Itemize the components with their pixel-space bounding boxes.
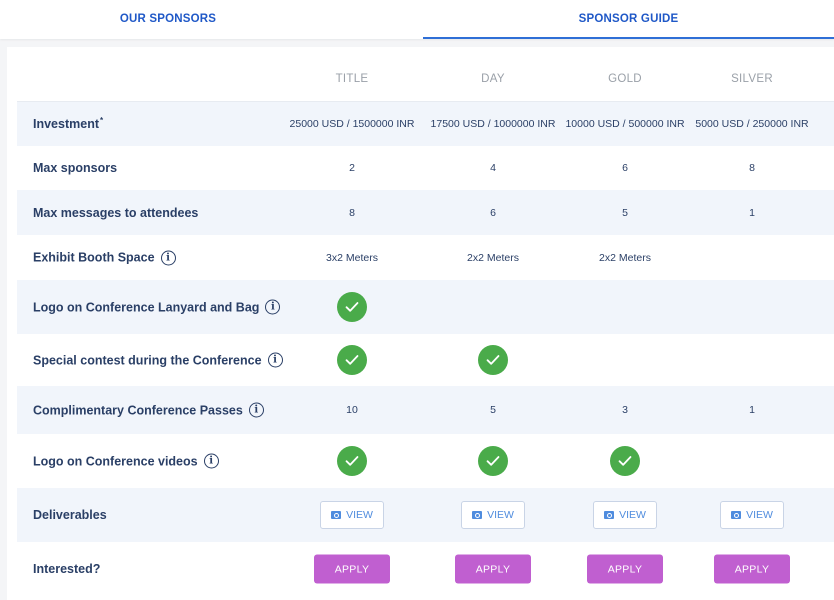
tab-our-sponsors[interactable]: OUR SPONSORS: [0, 0, 336, 39]
row-label: Exhibit Booth Space i: [33, 250, 176, 265]
row-label-text: Special contest during the Conference: [33, 353, 262, 367]
cell-day: 6: [490, 206, 496, 219]
row-label: Special contest during the Conference i: [33, 352, 283, 368]
table-row-passes: Complimentary Conference Passes i 10 5 3…: [17, 386, 834, 434]
apply-button-title[interactable]: APPLY: [314, 554, 390, 584]
cell-gold: 6: [622, 162, 628, 174]
view-button-label: VIEW: [487, 509, 514, 521]
view-button-title[interactable]: VIEW: [320, 501, 384, 529]
view-button-silver[interactable]: VIEW: [720, 501, 784, 529]
row-label: Investment *: [33, 115, 104, 132]
sponsor-guide-table: TITLE DAY GOLD SILVER Investment * 25000 …: [7, 47, 834, 600]
image-search-icon: [731, 511, 742, 519]
apply-button-gold[interactable]: APPLY: [587, 554, 663, 584]
row-label: Interested?: [33, 562, 101, 576]
table-row-max-messages: Max messages to attendees 8 6 5 1: [17, 190, 834, 235]
cell-day: 5: [490, 404, 496, 416]
row-label-text: Exhibit Booth Space: [33, 250, 155, 265]
info-circle-icon[interactable]: i: [267, 352, 283, 368]
cell-gold: 10000 USD / 500000 INR: [565, 118, 685, 130]
row-label: Max messages to attendees: [33, 205, 199, 220]
checkmark-icon: [337, 292, 367, 322]
cell-title: 3x2 Meters: [326, 251, 378, 264]
cell-gold: 2x2 Meters: [599, 251, 651, 264]
cell-silver: 1: [749, 404, 755, 416]
checkmark-icon: [478, 446, 508, 476]
row-label-text: Complimentary Conference Passes: [33, 403, 243, 417]
table-row-booth-space: Exhibit Booth Space i 3x2 Meters 2x2 Met…: [17, 235, 834, 280]
cell-title: 8: [349, 206, 355, 219]
tab-bar: OUR SPONSORS SPONSOR GUIDE: [0, 0, 834, 39]
row-label: Logo on Conference Lanyard and Bag i: [33, 299, 281, 315]
row-label: Max sponsors: [33, 161, 118, 175]
row-label-text: Investment: [33, 117, 99, 131]
table-row-videos: Logo on Conference videos i: [17, 434, 834, 488]
row-label: Logo on Conference videos i: [33, 453, 219, 469]
view-button-label: VIEW: [619, 509, 646, 521]
checkmark-icon: [337, 446, 367, 476]
image-search-icon: [472, 511, 483, 519]
apply-button-day[interactable]: APPLY: [455, 554, 531, 584]
table-row-investment: Investment * 25000 USD / 1500000 INR 1750…: [17, 102, 834, 146]
info-circle-icon[interactable]: i: [265, 299, 281, 315]
row-label-text: Logo on Conference Lanyard and Bag: [33, 300, 260, 314]
checkmark-icon: [478, 345, 508, 375]
info-circle-icon[interactable]: i: [203, 453, 219, 469]
cell-day: 17500 USD / 1000000 INR: [430, 118, 556, 130]
image-search-icon: [331, 511, 342, 519]
cell-day: 4: [490, 162, 496, 174]
checkmark-icon: [610, 446, 640, 476]
view-button-gold[interactable]: VIEW: [593, 501, 657, 529]
table-row-interested: Interested? APPLY APPLY APPLY APPLY: [17, 542, 834, 596]
view-button-label: VIEW: [346, 509, 373, 521]
cell-gold: 3: [622, 404, 628, 416]
cell-title: 2: [349, 162, 355, 174]
tab-sponsor-guide[interactable]: SPONSOR GUIDE: [423, 0, 834, 39]
info-circle-icon[interactable]: i: [248, 402, 264, 418]
cell-title: 10: [346, 404, 358, 416]
table-row-max-sponsors: Max sponsors 2 4 6 8: [17, 146, 834, 190]
cell-silver: 8: [749, 162, 755, 174]
table-row-lanyard: Logo on Conference Lanyard and Bag i: [17, 280, 834, 334]
row-label-text: Logo on Conference videos: [33, 454, 198, 468]
cell-title: 25000 USD / 1500000 INR: [289, 118, 415, 130]
cell-silver: 5000 USD / 250000 INR: [695, 118, 809, 130]
column-header-gold: GOLD: [608, 73, 642, 85]
table-row-contest: Special contest during the Conference i: [17, 334, 834, 386]
column-header-silver: SILVER: [731, 73, 773, 85]
cell-silver: 1: [749, 206, 755, 219]
info-circle-icon[interactable]: i: [160, 250, 176, 265]
row-label: Deliverables: [33, 508, 107, 522]
apply-button-silver[interactable]: APPLY: [714, 554, 790, 584]
checkmark-icon: [337, 345, 367, 375]
view-button-day[interactable]: VIEW: [461, 501, 525, 529]
table-header: TITLE DAY GOLD SILVER: [17, 47, 834, 102]
column-header-day: DAY: [481, 73, 505, 85]
cell-gold: 5: [622, 206, 628, 219]
table-row-deliverables: Deliverables VIEW VIEW VIEW VIEW: [17, 488, 834, 542]
view-button-label: VIEW: [746, 509, 773, 521]
footnote-marker: *: [100, 115, 104, 125]
cell-day: 2x2 Meters: [467, 251, 519, 264]
column-header-title: TITLE: [335, 73, 369, 85]
image-search-icon: [604, 511, 615, 519]
row-label: Complimentary Conference Passes i: [33, 402, 264, 418]
